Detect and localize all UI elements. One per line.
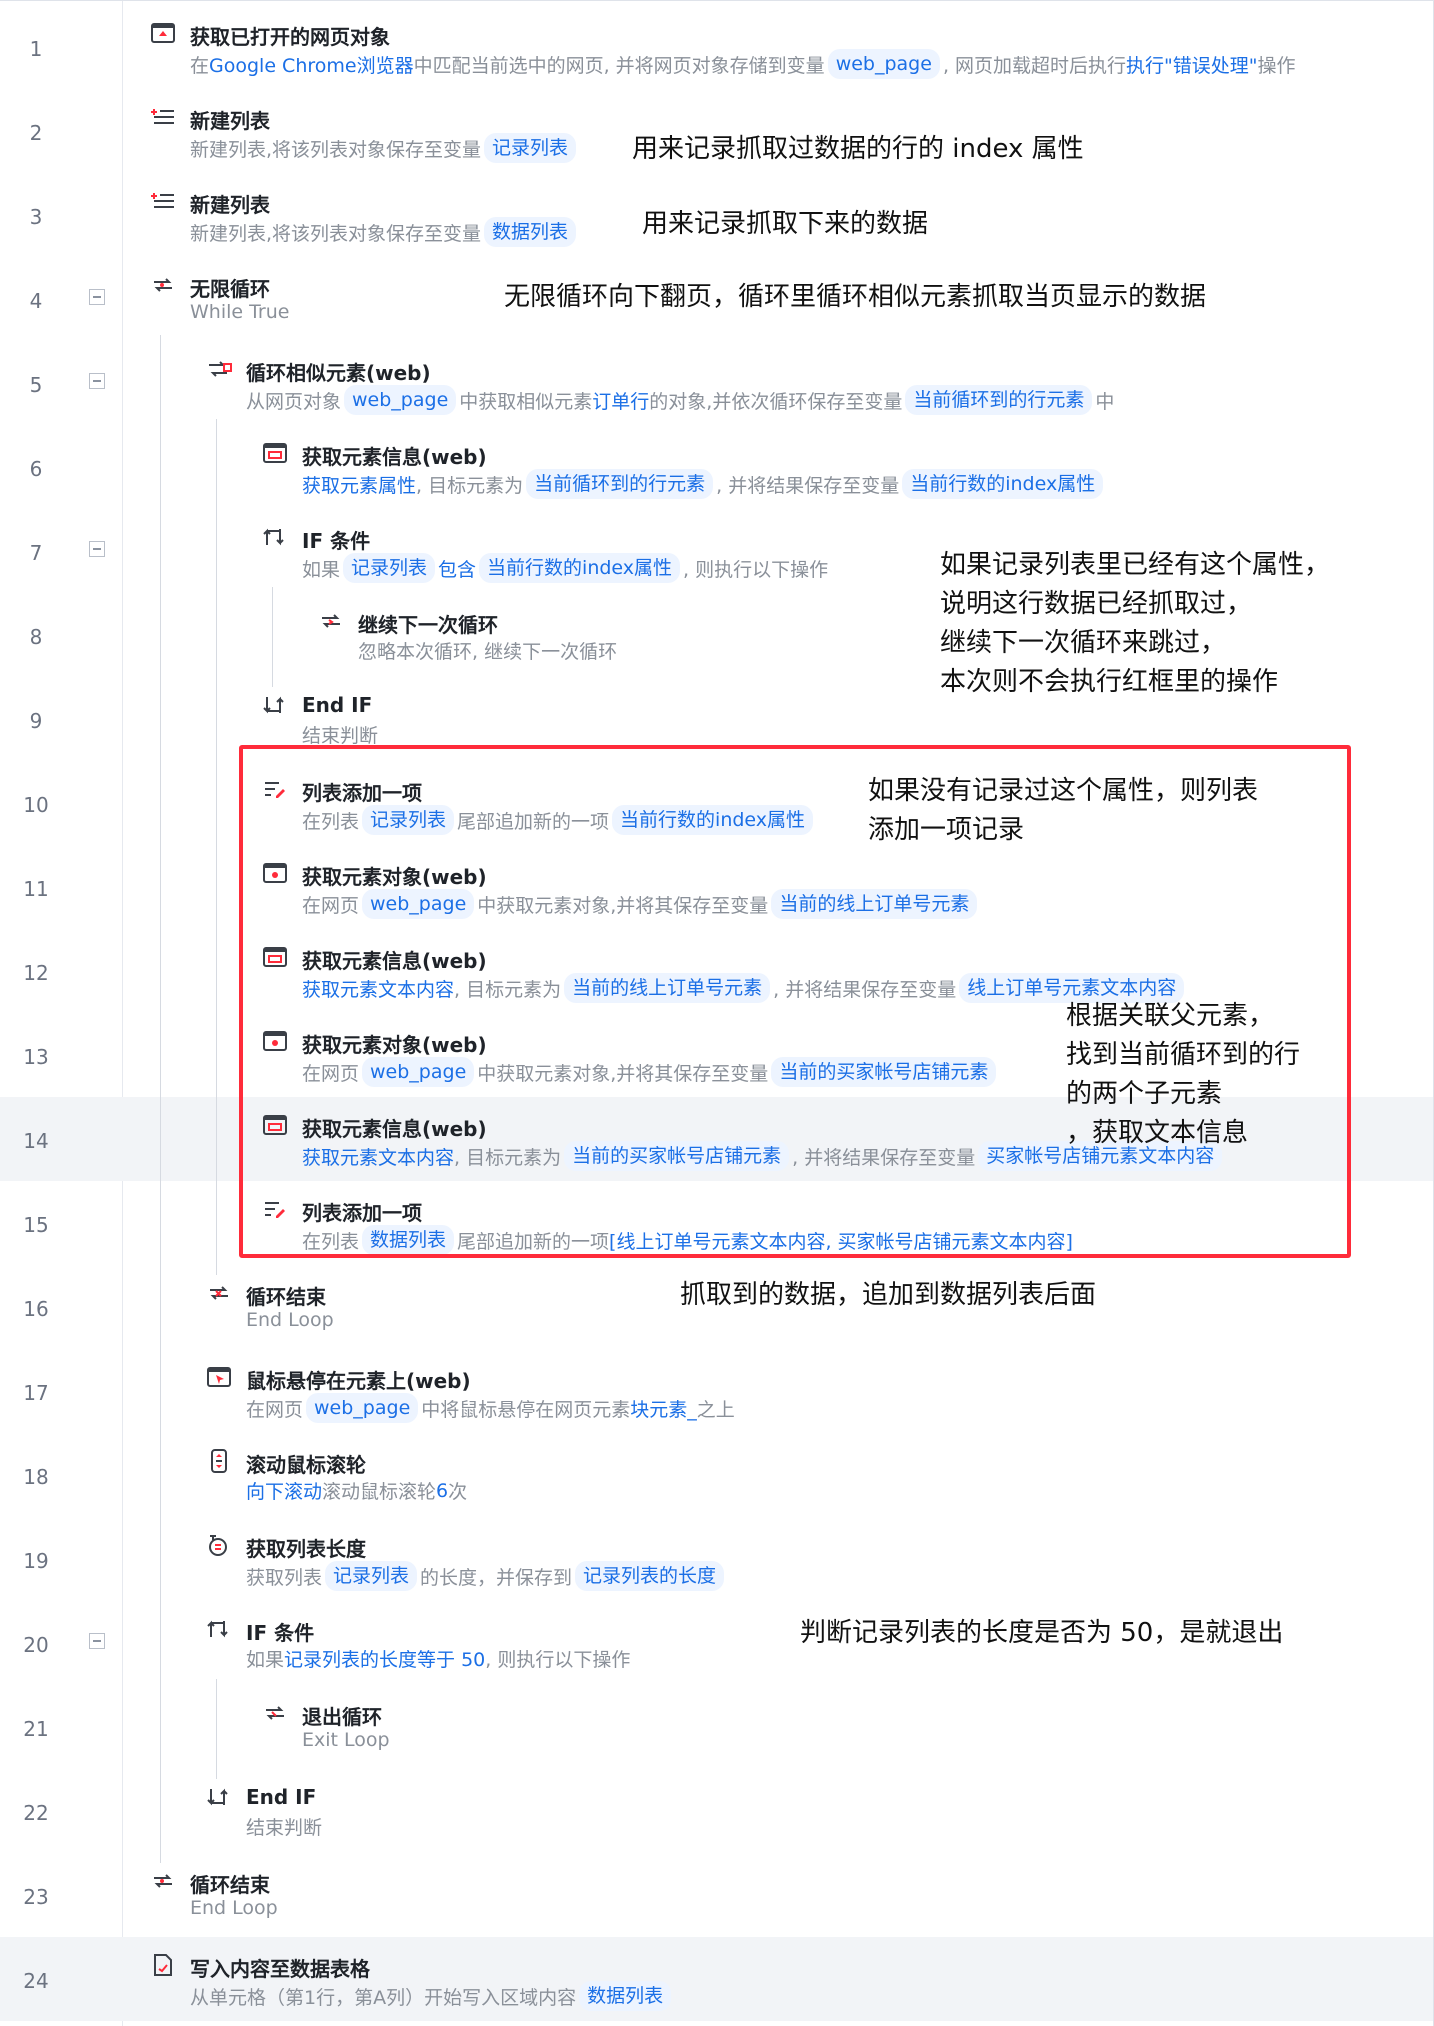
nesting-guide-line [272,587,273,687]
nesting-guide-line [216,419,217,1275]
flow-editor: 1 获取已打开的网页对象在 Google Chrome浏览器 中匹配当前选中的网页, … [0,0,1434,2026]
nesting-guide-line [216,1679,217,1779]
nesting-guide-line [160,335,161,1863]
